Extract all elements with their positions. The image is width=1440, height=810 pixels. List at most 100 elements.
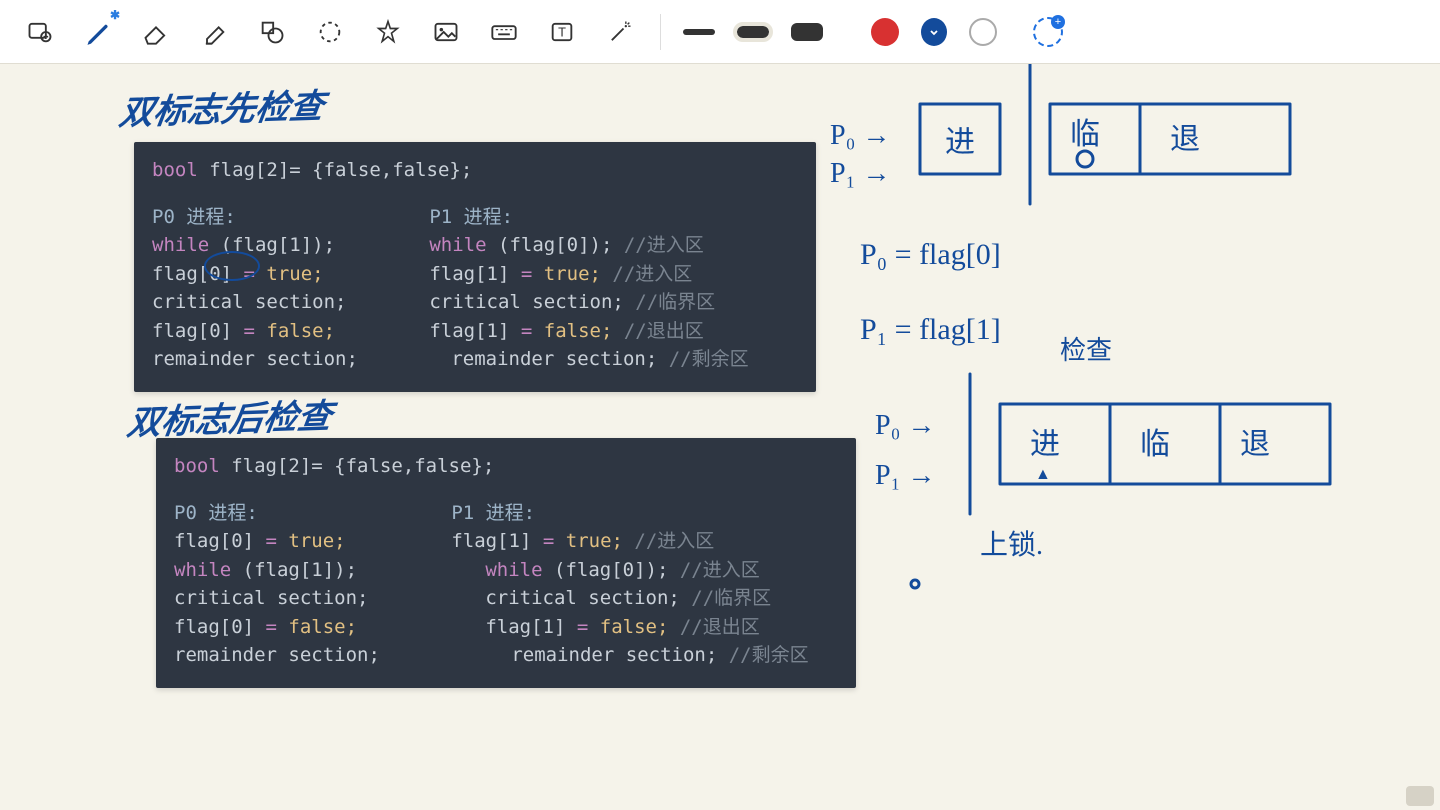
- svg-text:检查: 检查: [1060, 336, 1112, 365]
- add-color[interactable]: +: [1033, 17, 1063, 47]
- code-text: flag[2]= {false,false};: [220, 455, 495, 477]
- shapes-tool[interactable]: [248, 10, 296, 54]
- drawing-tools: ✱ T: [16, 10, 644, 54]
- code-text: (flag[0]);: [487, 234, 613, 256]
- code-text: while: [485, 559, 542, 581]
- code-text: while: [174, 559, 231, 581]
- svg-text:P₀ →: P₀ →: [875, 410, 935, 441]
- eraser-tool[interactable]: [132, 10, 180, 54]
- code-text: flag[0]: [174, 616, 266, 638]
- code-text: critical section;: [485, 587, 679, 609]
- code-text: //进入区: [601, 263, 692, 285]
- text-tool[interactable]: T: [538, 10, 586, 54]
- code-text: bool: [152, 159, 198, 181]
- svg-text:▲: ▲: [1035, 466, 1051, 483]
- code-text: (flag[1]);: [231, 559, 357, 581]
- code-text: P0 进程:: [152, 203, 358, 232]
- code-text: flag[1]: [429, 263, 521, 285]
- code-text: P1 进程:: [451, 499, 808, 528]
- scroll-corner[interactable]: [1406, 786, 1434, 806]
- stroke-thick[interactable]: [791, 23, 823, 41]
- code-text: //进入区: [668, 559, 759, 581]
- code-text: false;: [532, 320, 612, 342]
- code-text: false;: [255, 320, 335, 342]
- code-text: //进入区: [612, 234, 703, 256]
- code-text: flag[1]: [451, 530, 543, 552]
- stroke-width-group: [677, 23, 829, 41]
- lasso-tool[interactable]: [306, 10, 354, 54]
- svg-text:P₁ →: P₁ →: [830, 158, 890, 189]
- code-text: =: [521, 320, 532, 342]
- code-text: //退出区: [668, 616, 759, 638]
- code-text: //剩余区: [717, 644, 808, 666]
- code-text: false;: [588, 616, 668, 638]
- code-text: flag[2]= {false,false};: [198, 159, 473, 181]
- handwritten-title-1: 双标志先检查: [117, 78, 328, 134]
- color-group: +: [865, 17, 1063, 47]
- handwritten-circle: [204, 251, 260, 281]
- bluetooth-icon: ✱: [110, 8, 120, 22]
- svg-text:P₀ →: P₀ →: [830, 120, 890, 151]
- code-text: critical section;: [152, 288, 358, 317]
- code-text: //临界区: [624, 291, 715, 313]
- code-text: =: [543, 530, 554, 552]
- code-text: remainder section;: [511, 644, 717, 666]
- handwritten-title-2: 双标志后检查: [125, 388, 336, 444]
- svg-text:退: 退: [1170, 123, 1200, 156]
- code-text: bool: [174, 455, 220, 477]
- pen-tool[interactable]: ✱: [74, 10, 122, 54]
- plus-icon: +: [1051, 15, 1065, 29]
- svg-text:上锁.: 上锁.: [980, 529, 1043, 561]
- image-tool[interactable]: [422, 10, 470, 54]
- code-block-2: bool flag[2]= {false,false}; P0 进程: flag…: [156, 438, 856, 688]
- canvas[interactable]: 双标志先检查 bool flag[2]= {false,false}; P0 进…: [0, 64, 1440, 810]
- code-text: =: [266, 616, 277, 638]
- code-text: =: [521, 263, 532, 285]
- color-red[interactable]: [871, 18, 899, 46]
- handwritten-diagram: P₀ → P₁ → 进 临 退 P₀ = flag[0] P₁ = flag[1…: [820, 64, 1420, 684]
- color-white[interactable]: [969, 18, 997, 46]
- code-text: true;: [554, 530, 623, 552]
- code-text: critical section;: [429, 291, 623, 313]
- code-text: while: [429, 234, 486, 256]
- svg-text:进: 进: [1030, 428, 1060, 461]
- stroke-mid[interactable]: [737, 26, 769, 38]
- svg-text:P₀ = flag[0]: P₀ = flag[0]: [860, 238, 1001, 271]
- code-text: remainder section;: [451, 348, 657, 370]
- code-text: remainder section;: [152, 345, 358, 374]
- highlighter-tool[interactable]: [190, 10, 238, 54]
- svg-text:退: 退: [1240, 428, 1270, 461]
- svg-text:P₁ = flag[1]: P₁ = flag[1]: [860, 313, 1001, 346]
- code-text: //退出区: [612, 320, 703, 342]
- color-blue-active[interactable]: [915, 18, 953, 46]
- code-text: =: [266, 530, 277, 552]
- code-text: false;: [277, 616, 357, 638]
- code-text: (flag[0]);: [543, 559, 669, 581]
- code-text: critical section;: [174, 584, 380, 613]
- toolbar: ✱ T: [0, 0, 1440, 64]
- stamp-tool[interactable]: [364, 10, 412, 54]
- code-text: P1 进程:: [429, 203, 748, 232]
- toolbar-separator: [660, 14, 661, 50]
- svg-text:T: T: [558, 24, 566, 39]
- zoom-add-tool[interactable]: [16, 10, 64, 54]
- code-text: flag[1]: [429, 320, 521, 342]
- keyboard-tool[interactable]: [480, 10, 528, 54]
- laser-pointer-tool[interactable]: [596, 10, 644, 54]
- stroke-thin[interactable]: [683, 29, 715, 35]
- code-text: while: [152, 234, 209, 256]
- code-text: =: [577, 616, 588, 638]
- code-text: true;: [255, 263, 324, 285]
- code-text: =: [244, 320, 255, 342]
- code-text: true;: [532, 263, 601, 285]
- code-text: flag[1]: [485, 616, 577, 638]
- code-text: flag[0]: [174, 530, 266, 552]
- code-text: remainder section;: [174, 641, 380, 670]
- code-text: //进入区: [623, 530, 714, 552]
- svg-text:P₁ →: P₁ →: [875, 460, 935, 491]
- code-text: //剩余区: [657, 348, 748, 370]
- svg-text:临: 临: [1070, 118, 1100, 151]
- svg-text:进: 进: [945, 126, 975, 159]
- code-text: flag[0]: [152, 320, 244, 342]
- code-text: true;: [277, 530, 346, 552]
